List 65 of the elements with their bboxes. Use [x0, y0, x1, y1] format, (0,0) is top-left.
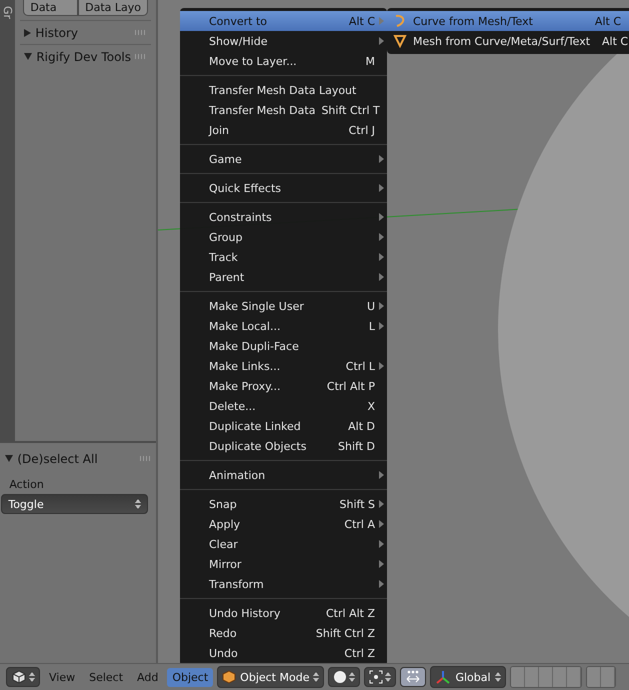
mode-dropdown[interactable]: Object Mode	[217, 666, 324, 688]
curve-icon	[393, 14, 407, 28]
menu-item[interactable]: Undo Ctrl Z	[180, 643, 387, 663]
shading-dropdown[interactable]	[328, 667, 360, 688]
orientation-dropdown[interactable]: Global	[430, 666, 506, 688]
tab[interactable]: Data Layo	[78, 0, 148, 16]
menu-item[interactable]: Make Local... L	[180, 316, 387, 336]
menu-item[interactable]: Animation	[180, 465, 387, 485]
header-menu[interactable]: View	[44, 668, 80, 687]
menu-item[interactable]: Transfer Mesh Data Layout	[180, 80, 387, 100]
panel-title[interactable]: Rigify Dev Tools	[36, 50, 131, 64]
cube-icon	[222, 670, 236, 684]
editor-type-button[interactable]	[6, 667, 40, 688]
sphere-icon	[333, 670, 348, 684]
disclosure-triangle-icon[interactable]	[24, 53, 32, 60]
menu-item[interactable]: Convert to Alt C	[180, 11, 387, 31]
header-menu[interactable]: Add	[132, 668, 164, 687]
header-menu[interactable]: Select	[84, 668, 128, 687]
menu-item[interactable]: Mirror	[180, 554, 387, 574]
menu-item[interactable]: Delete... X	[180, 396, 387, 416]
up-down-arrows-icon	[313, 672, 320, 682]
menu-item[interactable]: Game	[180, 149, 387, 169]
manipulator-toggle[interactable]	[400, 667, 426, 688]
tab[interactable]: Data	[23, 0, 78, 16]
up-down-arrows-icon	[135, 499, 141, 510]
axes-icon	[435, 669, 452, 686]
menu-item[interactable]: Constraints	[180, 207, 387, 227]
menu-item[interactable]: Track	[180, 247, 387, 267]
layer-grid[interactable]	[510, 666, 582, 688]
pivot-icon	[369, 670, 384, 684]
menu-item[interactable]: Move to Layer... M	[180, 51, 387, 71]
disclosure-triangle-icon[interactable]	[24, 28, 32, 36]
panel-title[interactable]: History	[35, 26, 131, 40]
menu-item[interactable]: Make Dupli-Face	[180, 336, 387, 356]
menu-item[interactable]: Apply Ctrl A	[180, 514, 387, 534]
menu-item[interactable]: Make Proxy... Ctrl Alt P	[180, 376, 387, 396]
layer-grid[interactable]	[586, 666, 616, 688]
up-down-arrows-icon	[385, 672, 392, 682]
triangle-mesh-icon	[393, 34, 407, 48]
menu-item[interactable]: Parent	[180, 267, 387, 287]
up-down-arrows-icon	[349, 672, 356, 682]
menu-item[interactable]: Snap Shift S	[180, 494, 387, 514]
up-down-arrows-icon	[494, 672, 501, 682]
menu-item[interactable]: Duplicate Linked Alt D	[180, 416, 387, 436]
field-label: Action	[8, 477, 45, 494]
pivot-dropdown[interactable]	[364, 667, 396, 688]
menu-item[interactable]: Transfer Mesh Data Shift Ctrl T	[180, 100, 387, 120]
up-down-arrows-icon	[29, 672, 35, 682]
menu-item[interactable]: Make Single User U	[180, 296, 387, 316]
disclosure-triangle-icon[interactable]	[5, 455, 14, 462]
action-dropdown[interactable]: Toggle	[1, 494, 148, 514]
panel-title[interactable]: (De)select All	[17, 452, 136, 466]
menu-item[interactable]: Undo History Ctrl Alt Z	[180, 603, 387, 623]
menu-item[interactable]: Join Ctrl J	[180, 120, 387, 140]
menu-item[interactable]: Quick Effects	[180, 178, 387, 198]
cube-icon	[11, 670, 27, 684]
header-menu[interactable]: Object	[167, 668, 214, 687]
menu-item[interactable]: Clear	[180, 534, 387, 554]
menu-item[interactable]: Mesh from Curve/Meta/Surf/Text Alt C	[387, 31, 629, 51]
menu-item[interactable]: Curve from Mesh/Text Alt C	[387, 11, 629, 31]
menu-item[interactable]: Make Links... Ctrl L	[180, 356, 387, 376]
menu-item[interactable]: Group	[180, 227, 387, 247]
menu-item[interactable]: Redo Shift Ctrl Z	[180, 623, 387, 643]
menu-item[interactable]: Duplicate Objects Shift D	[180, 436, 387, 456]
menu-item[interactable]: Transform	[180, 574, 387, 594]
